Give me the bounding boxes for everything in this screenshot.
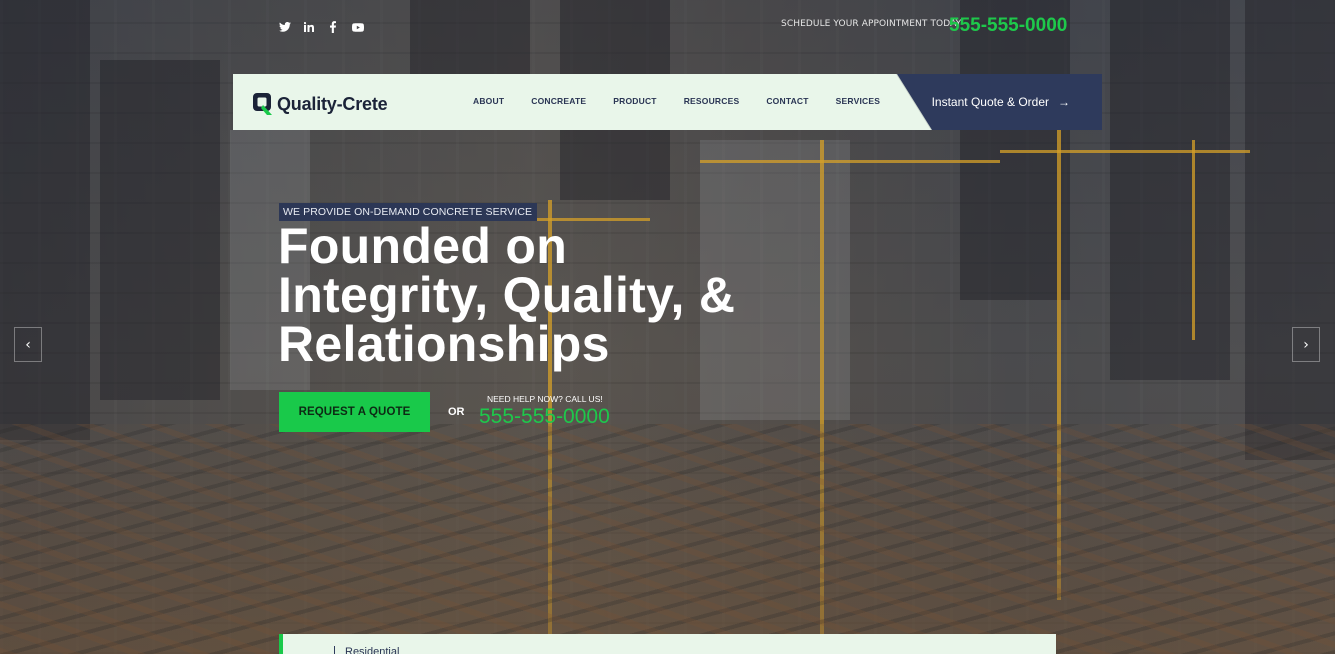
logo-text: Quality-Crete: [277, 93, 388, 114]
service-card-residential[interactable]: Residential: [279, 634, 1056, 654]
facebook-icon[interactable]: [327, 20, 339, 34]
instant-quote-button[interactable]: Instant Quote & Order →: [897, 74, 1102, 130]
request-quote-button[interactable]: REQUEST A QUOTE: [279, 392, 430, 432]
need-help-text: NEED HELP NOW? CALL US!: [487, 394, 603, 404]
primary-nav: ABOUT CONCREATE PRODUCT RESOURCES CONTAC…: [473, 96, 907, 106]
appointment-text: SCHEDULE YOUR APPOINTMENT TODAY: [781, 19, 962, 29]
nav-product[interactable]: PRODUCT: [613, 96, 656, 106]
nav-services[interactable]: SERVICES: [836, 96, 880, 106]
house-icon: [300, 648, 320, 654]
hero-phone-number[interactable]: 555-555-0000: [479, 405, 610, 429]
youtube-icon[interactable]: [351, 20, 365, 34]
main-navbar: Quality-Crete ABOUT CONCREATE PRODUCT RE…: [233, 74, 1102, 130]
nav-contact[interactable]: CONTACT: [766, 96, 808, 106]
service-card-label: Residential: [345, 646, 400, 654]
nav-about[interactable]: ABOUT: [473, 96, 504, 106]
card-divider: [334, 646, 335, 654]
slider-prev-button[interactable]: ‹: [14, 327, 42, 362]
or-text: OR: [448, 406, 465, 418]
chevron-left-icon: ‹: [25, 336, 31, 353]
arrow-right-icon: →: [1058, 95, 1070, 109]
chevron-right-icon: ›: [1303, 336, 1309, 353]
instant-quote-label: Instant Quote & Order: [931, 95, 1049, 109]
linkedin-icon[interactable]: [303, 20, 315, 34]
social-links: [279, 20, 365, 34]
top-phone-number[interactable]: 555-555-0000: [949, 15, 1067, 37]
twitter-icon[interactable]: [279, 20, 291, 34]
hero-headline: Founded on Integrity, Quality, & Relatio…: [278, 218, 798, 372]
slider-next-button[interactable]: ›: [1292, 327, 1320, 362]
logo-mark-icon: [252, 92, 274, 116]
headline-line-1: Founded on: [278, 218, 568, 274]
site-logo[interactable]: Quality-Crete: [252, 92, 388, 116]
headline-line-2: Integrity, Quality, &: [278, 267, 736, 323]
nav-concreate[interactable]: CONCREATE: [531, 96, 586, 106]
headline-line-3: Relationships: [278, 316, 610, 372]
nav-resources[interactable]: RESOURCES: [684, 96, 740, 106]
